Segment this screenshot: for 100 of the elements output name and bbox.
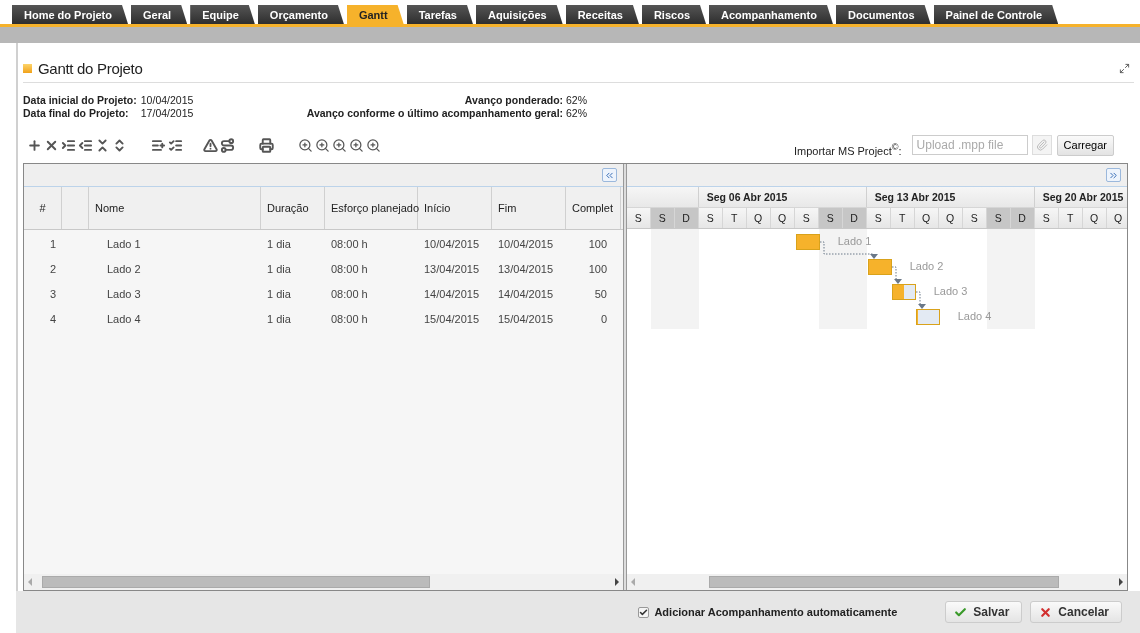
info-value: 10/04/2015 [140, 94, 194, 107]
tab[interactable]: Equipe [190, 5, 255, 24]
table-cell-text: 15/04/2015 [497, 312, 555, 325]
zoom-in-icon[interactable] [366, 137, 381, 153]
expand-icon[interactable] [112, 137, 127, 153]
column-header: Nome [89, 187, 261, 230]
table-cell-text: Lado 2 [106, 262, 142, 275]
add-list-icon[interactable] [151, 137, 166, 153]
table-cell-text: 14/04/2015 [497, 287, 555, 300]
zoom-in-icon[interactable] [298, 137, 313, 153]
table-cell-text: 14/04/2015 [423, 287, 481, 300]
day-header: S [818, 208, 843, 229]
column-header: Esforço planejado [325, 187, 418, 230]
tab[interactable]: Acompanhamento [709, 5, 833, 24]
tab[interactable]: Tarefas [406, 5, 473, 24]
checkmark-icon [639, 607, 649, 617]
indent-icon[interactable] [61, 137, 76, 153]
day-header: S [986, 208, 1011, 229]
collapse-icon[interactable] [95, 137, 110, 153]
tab[interactable]: Riscos [641, 5, 706, 24]
table-cell-text: 1 dia [266, 262, 292, 275]
tab[interactable]: Geral [131, 5, 188, 24]
day-header: D [674, 208, 699, 229]
day-header: S [1034, 208, 1059, 229]
pane-splitter[interactable] [622, 164, 627, 591]
tab[interactable]: Gantt [346, 5, 404, 24]
save-button[interactable]: Salvar [945, 601, 1023, 624]
table-cell-text: 0 [599, 312, 608, 325]
fullscreen-icon[interactable] [1119, 63, 1130, 75]
upload-button[interactable]: Carregar [1056, 134, 1114, 156]
table-cell-text: 2 [48, 262, 57, 275]
table-cell-text: 08:00 h [330, 237, 369, 250]
day-header: Q [1082, 208, 1107, 229]
import-label: Importar MS Project$^{©}$: [793, 141, 902, 157]
print-icon[interactable] [259, 137, 274, 153]
task-bar-label: Lado 2 [909, 260, 944, 273]
table-cell-text: 100 [587, 237, 608, 250]
scrollbar[interactable] [24, 574, 623, 591]
cancel-button[interactable]: Cancelar [1030, 601, 1122, 624]
paperclip-icon [1035, 139, 1048, 152]
table-cell-text: Lado 3 [106, 287, 142, 300]
week-label: Seg 20 Abr 2015 [1042, 191, 1124, 204]
info-label: Avanço conforme o último acompanhamento geral: [306, 107, 564, 120]
table-cell-text: 1 dia [266, 237, 292, 250]
day-header: Q [770, 208, 795, 229]
add-icon[interactable] [27, 137, 42, 153]
table-cell-text: 3 [48, 287, 57, 300]
day-header: S [626, 208, 651, 229]
task-bar-label: Lado 1 [837, 235, 872, 248]
table-cell-text: 1 dia [266, 312, 292, 325]
task-bar-label: Lado 3 [933, 285, 968, 298]
upload-field[interactable]: Upload .mpp file [911, 135, 1028, 156]
table-cell-text: 08:00 h [330, 287, 369, 300]
close-icon [1039, 605, 1053, 619]
zoom-in-icon[interactable] [315, 137, 330, 153]
scrollbar[interactable] [626, 574, 1127, 591]
day-header: T [722, 208, 747, 229]
zoom-in-icon[interactable] [349, 137, 364, 153]
info-value: 62% [566, 107, 587, 120]
day-header: Q [938, 208, 963, 229]
table-cell-text: 50 [593, 287, 608, 300]
tab[interactable]: Aquisições [475, 5, 563, 24]
column-header: Fim [492, 187, 566, 230]
table-cell-text: Lado 1 [106, 237, 142, 250]
table-cell-text: 1 [48, 237, 57, 250]
tab[interactable]: Receitas [565, 5, 639, 24]
day-header: D [1010, 208, 1035, 229]
page-title: Gantt do Projeto [38, 60, 143, 78]
checkbox[interactable] [638, 606, 650, 618]
week-label: Seg 13 Abr 2015 [874, 191, 956, 204]
checkbox-label: Adicionar Acompanhamento automaticamente [654, 606, 898, 619]
week-label: Seg 06 Abr 2015 [706, 191, 788, 204]
column-header: Duração [261, 187, 325, 230]
day-header: Q [914, 208, 939, 229]
zoom-in-icon[interactable] [332, 137, 347, 153]
table-cell-text: Lado 4 [106, 312, 142, 325]
day-header: S [794, 208, 819, 229]
tab[interactable]: Painel de Controle [933, 5, 1059, 24]
table-cell-text: 10/04/2015 [423, 237, 481, 250]
tab[interactable]: Orçamento [257, 5, 344, 24]
day-header: T [1058, 208, 1083, 229]
day-header: S [650, 208, 675, 229]
day-header: D [842, 208, 867, 229]
warning-icon[interactable] [203, 137, 218, 153]
table-cell-text: 13/04/2015 [423, 262, 481, 275]
table-cell-text: 08:00 h [330, 312, 369, 325]
day-header: T [890, 208, 915, 229]
column-header: # [24, 187, 62, 230]
info-label: Avanço ponderado: [464, 94, 564, 107]
tab[interactable]: Documentos [835, 5, 931, 24]
table-cell-text: 15/04/2015 [423, 312, 481, 325]
table-cell-text: 10/04/2015 [497, 237, 555, 250]
route-icon[interactable] [220, 137, 235, 153]
table-cell-text: 4 [48, 312, 57, 325]
day-header: Q [1106, 208, 1127, 229]
outdent-icon[interactable] [78, 137, 93, 153]
checklist-icon[interactable] [168, 137, 183, 153]
tab[interactable]: Home do Projeto [12, 5, 128, 24]
column-header: Início [418, 187, 492, 230]
day-header: S [962, 208, 987, 229]
